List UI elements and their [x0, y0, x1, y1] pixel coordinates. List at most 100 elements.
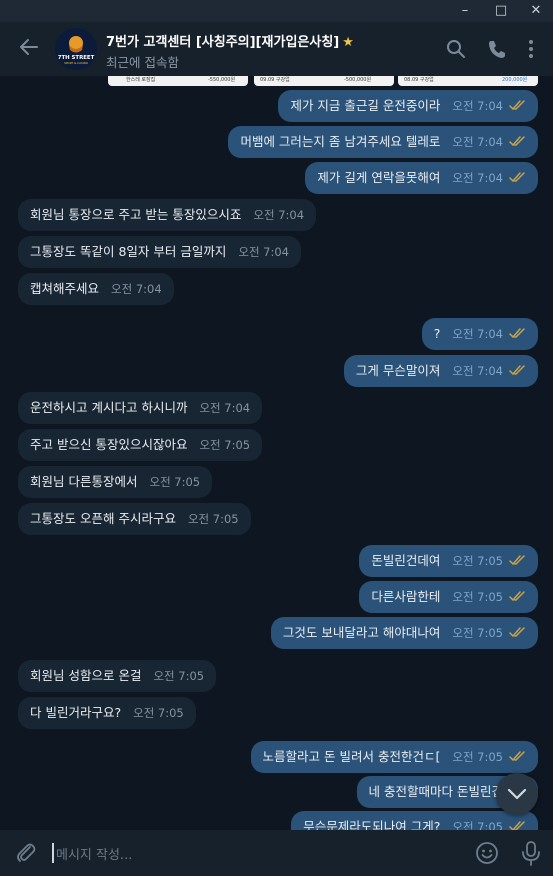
message-text: 그통장도 오픈해 주시라구요: [30, 511, 176, 526]
double-check-icon: [509, 100, 525, 111]
outgoing-message[interactable]: 그게 무슨말이져 오전 7:04: [343, 355, 538, 387]
message-time: 오전 7:05: [452, 626, 503, 640]
double-check-icon: [509, 172, 525, 183]
outgoing-message[interactable]: ? 오전 7:04: [421, 318, 538, 350]
incoming-message[interactable]: 운전하시고 계시다고 하시니까 오전 7:04: [18, 392, 263, 424]
double-check-icon: [509, 136, 525, 147]
message-time: 오전 7:05: [149, 475, 201, 489]
outgoing-message[interactable]: 제가 지금 출근길 운전중이라 오전 7:04: [278, 90, 538, 122]
preview-card: 08.09 구강업 200,000원: [398, 76, 538, 86]
chat-title[interactable]: 7번가 고객센터 [사칭주의][재가입은사칭] ★: [106, 31, 354, 50]
paperclip-icon[interactable]: [14, 841, 38, 865]
double-check-icon: [509, 821, 525, 830]
incoming-message[interactable]: 주고 받으신 통장있으시잖아요 오전 7:05: [18, 429, 263, 461]
maximize-icon[interactable]: □: [484, 0, 518, 22]
close-icon[interactable]: ✕: [519, 0, 553, 22]
message-time: 오전 7:05: [452, 590, 503, 604]
message-time: 오전 7:04: [238, 245, 289, 259]
text-cursor: [52, 843, 54, 863]
double-check-icon: [509, 365, 525, 376]
message-text: 다른사람한테: [371, 589, 441, 604]
message-time: 오전 7:05: [153, 669, 205, 683]
outgoing-message[interactable]: 그것도 보내달라고 해야대나여 오전 7:05: [270, 617, 538, 649]
message-text: 제가 지금 출근길 운전중이라: [290, 98, 441, 113]
message-text: 노름할라고 돈 빌려서 충전한건ㄷ[: [262, 749, 441, 764]
message-time: 오전 7:04: [452, 364, 503, 378]
incoming-message[interactable]: 회원님 통장으로 주고 받는 통장있으시죠 오전 7:04: [18, 199, 317, 231]
minimize-icon[interactable]: –: [448, 0, 482, 22]
incoming-message[interactable]: 다 빌린거라구요? 오전 7:05: [18, 697, 196, 729]
message-text: 회원님 성함으로 온걸: [30, 668, 142, 683]
message-text: 무슨문제라도되나여 그게?: [303, 819, 441, 830]
message-text: 그게 무슨말이져: [355, 363, 441, 378]
double-check-icon: [509, 555, 525, 566]
message-text: 머뱀에 그러는지 좀 남겨주세요 텔레로: [240, 134, 441, 149]
double-check-icon: [509, 751, 525, 762]
message-time: 오전 7:05: [452, 750, 503, 764]
message-text: 그것도 보내달라고 해야대나여: [282, 625, 441, 640]
message-composer: 메시지 작성...: [0, 830, 553, 876]
message-time: 오전 7:04: [199, 401, 251, 415]
phone-icon[interactable]: [486, 38, 508, 60]
avatar-subtext: SPORT & CASINO: [64, 61, 89, 65]
message-text: 그통장도 똑같이 8일자 부터 금일까지: [30, 244, 227, 259]
avatar-logo-icon: 7TH STREET SPORT & CASINO: [55, 28, 97, 70]
message-time: 오전 7:04: [253, 208, 305, 222]
preview-card-amount: -500,000원: [344, 77, 372, 83]
telegram-window: – □ ✕ 7TH STREET SPORT & CASINO 7번가 고객센터…: [0, 0, 553, 876]
message-list[interactable]: 한스레 로잠집 -550,000원 09.09 구강업 -500,000원 08…: [0, 76, 553, 830]
message-time: 오전 7:05: [199, 438, 251, 452]
preview-card: 09.09 구강업 -500,000원: [254, 76, 394, 86]
chevron-down-icon: [507, 788, 527, 800]
title-bar: – □ ✕: [0, 0, 553, 22]
preview-card-amount: 200,000원: [502, 77, 528, 83]
chat-title-text: 7번가 고객센터 [사칭주의][재가입은사칭]: [106, 35, 340, 50]
star-icon: ★: [342, 35, 354, 50]
emoji-icon[interactable]: [475, 841, 499, 865]
message-text: 회원님 통장으로 주고 받는 통장있으시죠: [30, 207, 242, 222]
double-check-icon: [509, 591, 525, 602]
scroll-down-button[interactable]: [496, 773, 538, 815]
avatar[interactable]: 7TH STREET SPORT & CASINO: [55, 28, 97, 70]
preview-card-amount: -550,000원: [208, 77, 236, 83]
message-time: 오전 7:04: [452, 99, 503, 113]
message-time: 오전 7:05: [452, 554, 503, 568]
more-vertical-icon[interactable]: [520, 38, 542, 60]
message-time: 오전 7:05: [187, 512, 239, 526]
message-time: 오전 7:04: [111, 282, 162, 296]
message-time: 오전 7:05: [133, 706, 184, 720]
message-text: 다 빌린거라구요?: [30, 705, 122, 720]
message-text: ?: [433, 326, 441, 341]
message-input[interactable]: 메시지 작성...: [56, 844, 132, 863]
preview-card-label: 08.09 구강업: [404, 77, 434, 83]
incoming-message[interactable]: 그통장도 오픈해 주시라구요 오전 7:05: [18, 503, 251, 535]
outgoing-message[interactable]: 제가 길게 연락을못해여 오전 7:04: [305, 162, 538, 194]
outgoing-message[interactable]: 돈빌린건데여 오전 7:05: [359, 545, 538, 577]
image-preview-strip[interactable]: 한스레 로잠집 -550,000원 09.09 구강업 -500,000원 08…: [108, 76, 538, 88]
message-text: 주고 받으신 통장있으시잖아요: [30, 437, 188, 452]
incoming-message[interactable]: 캡쳐해주세요 오전 7:04: [18, 273, 174, 305]
back-arrow-icon[interactable]: [18, 36, 40, 58]
preview-card-label: 09.09 구강업: [260, 77, 290, 83]
message-text: 돈빌린건데여: [371, 553, 441, 568]
double-check-icon: [509, 328, 525, 339]
incoming-message[interactable]: 그통장도 똑같이 8일자 부터 금일까지 오전 7:04: [18, 236, 301, 268]
preview-card: 한스레 로잠집 -550,000원: [108, 76, 248, 86]
message-text: 제가 길게 연락을못해여: [317, 170, 441, 185]
message-text: 캡쳐해주세요: [30, 281, 100, 296]
double-check-icon: [509, 627, 525, 638]
outgoing-message[interactable]: 머뱀에 그러는지 좀 남겨주세요 텔레로 오전 7:04: [228, 126, 538, 158]
outgoing-message[interactable]: 다른사람한테 오전 7:05: [359, 581, 538, 613]
chat-status: 최근에 접속함: [106, 55, 179, 70]
message-text: 운전하시고 계시다고 하시니까: [30, 400, 188, 415]
incoming-message[interactable]: 회원님 성함으로 온걸 오전 7:05: [18, 660, 217, 692]
search-icon[interactable]: [445, 38, 467, 60]
incoming-message[interactable]: 회원님 다른통장에서 오전 7:05: [18, 466, 213, 498]
message-text: 회원님 다른통장에서: [30, 474, 138, 489]
microphone-icon[interactable]: [520, 840, 542, 866]
chat-header: 7TH STREET SPORT & CASINO 7번가 고객센터 [사칭주의…: [0, 22, 553, 76]
message-time: 오전 7:04: [452, 171, 503, 185]
preview-card-label: 한스레 로잠집: [126, 77, 156, 83]
message-time: 오전 7:04: [452, 327, 503, 341]
outgoing-message[interactable]: 노름할라고 돈 빌려서 충전한건ㄷ[ 오전 7:05: [250, 741, 538, 773]
